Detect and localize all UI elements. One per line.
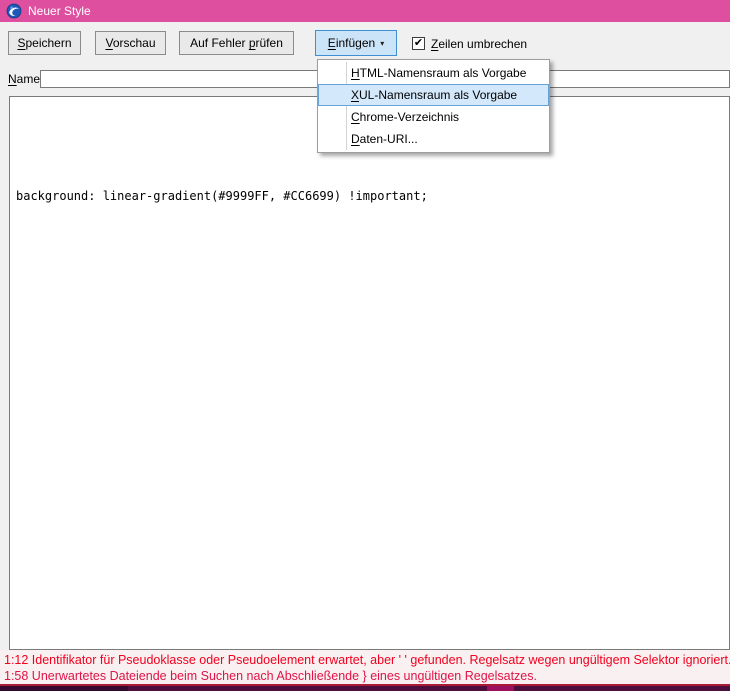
insert-menu-button[interactable]: Einfügen ▾: [315, 30, 397, 56]
style-code-editor[interactable]: background: linear-gradient(#9999FF, #CC…: [9, 96, 730, 650]
dropdown-arrow-icon: ▾: [380, 38, 385, 48]
wrap-lines-label[interactable]: Zeilen umbrechen: [431, 37, 527, 51]
error-message: 1:12 Identifikator für Pseudoklasse oder…: [4, 653, 730, 667]
name-label: Name: [8, 72, 41, 86]
desktop-edge-strip: [0, 686, 730, 691]
check-errors-button[interactable]: Auf Fehler prüfen: [179, 31, 294, 55]
menu-item-html-namespace[interactable]: HTML-Namensraum als Vorgabe: [318, 62, 549, 84]
wrap-lines-checkbox[interactable]: ✔: [412, 37, 425, 50]
save-button[interactable]: Speichern: [8, 31, 81, 55]
app-icon: [6, 3, 22, 19]
checkmark-icon: ✔: [413, 37, 424, 49]
desktop-edge-bright-segment: [487, 686, 514, 691]
window-title: Neuer Style: [28, 4, 91, 18]
menu-item-data-uri[interactable]: Daten-URI...: [318, 128, 549, 150]
error-panel: 1:12 Identifikator für Pseudoklasse oder…: [0, 650, 730, 684]
title-bar[interactable]: Neuer Style: [0, 0, 730, 22]
preview-button[interactable]: Vorschau: [95, 31, 166, 55]
menu-item-xul-namespace[interactable]: XUL-Namensraum als Vorgabe: [318, 84, 549, 106]
menu-item-chrome-directory[interactable]: Chrome-Verzeichnis: [318, 106, 549, 128]
insert-dropdown-menu: HTML-Namensraum als Vorgabe XUL-Namensra…: [317, 59, 550, 153]
error-message: 1:58 Unerwartetes Dateiende beim Suchen …: [4, 669, 537, 683]
new-style-dialog: Neuer Style Speichern Vorschau Auf Fehle…: [0, 0, 730, 691]
desktop-edge-dark-segment: [0, 686, 128, 691]
